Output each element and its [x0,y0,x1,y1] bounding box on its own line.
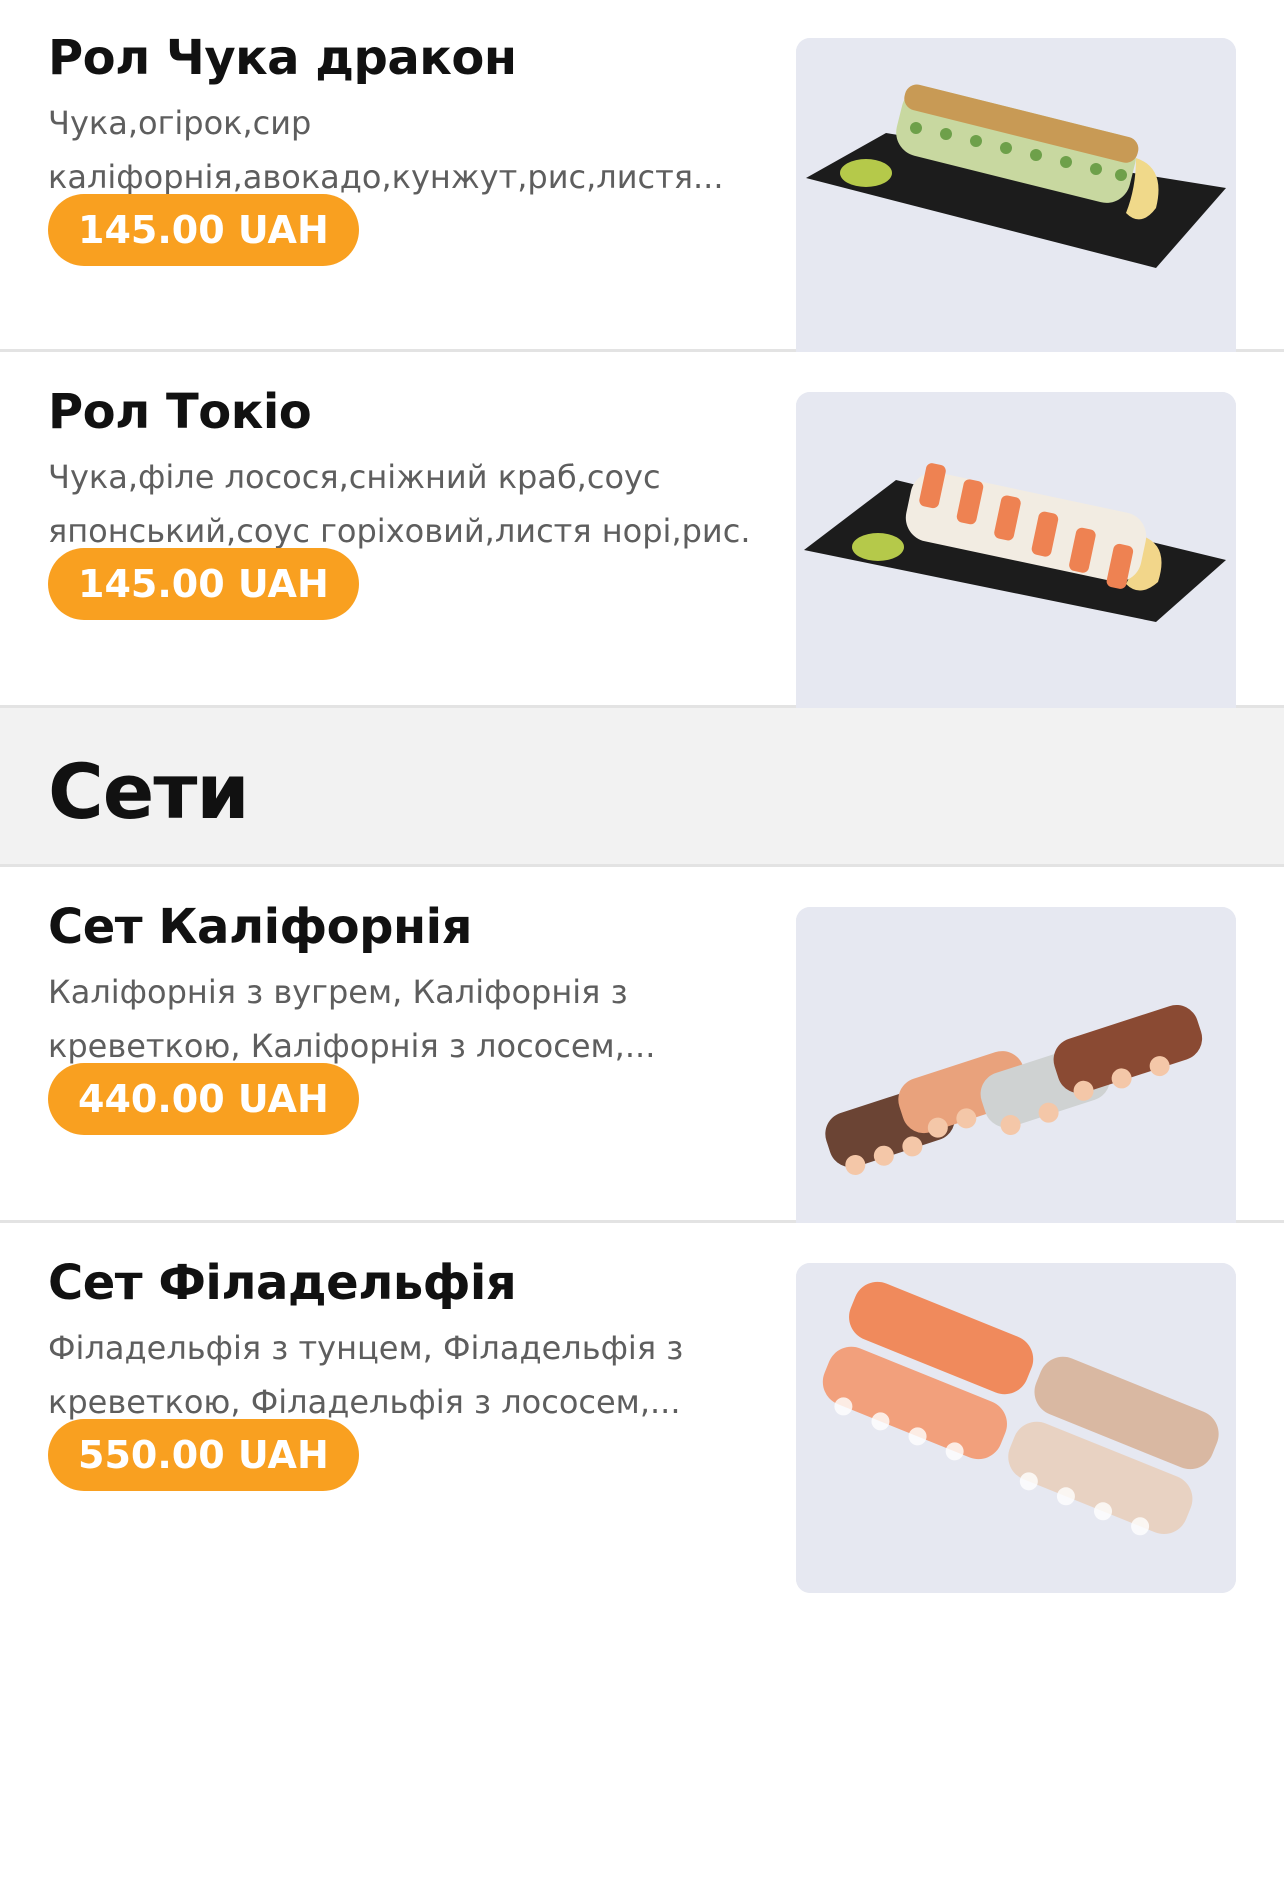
item-description: Чука,філе лосося,сніжний краб,соус японс… [48,450,748,558]
menu-item-set-california[interactable]: Сет Каліфорнія Каліфорнія з вугрем, Калі… [0,867,1284,1237]
item-title: Рол Токіо [48,384,312,440]
price-button[interactable]: 440.00 UAH [48,1063,359,1135]
sushi-roll-tokyo-image[interactable] [796,392,1236,722]
sushi-roll-dragon-image-icon [796,38,1236,368]
sushi-set-california-image[interactable] [796,907,1236,1237]
menu-item-roll-chuka-dragon[interactable]: Рол Чука дракон Чука,огірок,сир каліфорн… [0,0,1284,368]
item-description: Філадельфія з тунцем, Філадельфія з крев… [48,1321,748,1429]
item-title: Сет Каліфорнія [48,899,472,955]
menu-page: Рол Чука дракон Чука,огірок,сир каліфорн… [0,0,1284,1888]
price-button[interactable]: 550.00 UAH [48,1419,359,1491]
section-header-sets: Сети [0,708,1284,867]
price-button[interactable]: 145.00 UAH [48,194,359,266]
item-description-line: Чука,філе лосося,сніжний краб,соус [48,458,661,496]
item-info: Сет Філадельфія Філадельфія з тунцем, Фі… [48,1255,748,1491]
item-description-line: Чука,огірок,сир [48,104,312,142]
menu-item-roll-tokyo[interactable]: Рол Токіо Чука,філе лосося,сніжний краб,… [0,352,1284,722]
menu-item-set-philadelphia[interactable]: Сет Філадельфія Філадельфія з тунцем, Фі… [0,1223,1284,1619]
price-button[interactable]: 145.00 UAH [48,548,359,620]
item-info: Рол Чука дракон Чука,огірок,сир каліфорн… [48,30,748,266]
item-description: Чука,огірок,сир каліфорнія,авокадо,кунжу… [48,96,748,204]
item-title: Сет Філадельфія [48,1255,517,1311]
item-description-line: Каліфорнія з вугрем, Каліфорнія з [48,973,628,1011]
item-info: Рол Токіо Чука,філе лосося,сніжний краб,… [48,384,748,620]
sushi-roll-tokyo-image-icon [796,392,1236,722]
sushi-set-philadelphia-image-icon [796,1263,1236,1593]
sushi-roll-dragon-image[interactable] [796,38,1236,368]
item-description-line: Філадельфія з тунцем, Філадельфія з [48,1329,684,1367]
item-info: Сет Каліфорнія Каліфорнія з вугрем, Калі… [48,899,748,1135]
sushi-set-california-image-icon [796,907,1236,1237]
item-title: Рол Чука дракон [48,30,517,86]
item-description: Каліфорнія з вугрем, Каліфорнія з кревет… [48,965,748,1073]
section-title: Сети [48,747,250,836]
sushi-set-philadelphia-image[interactable] [796,1263,1236,1593]
